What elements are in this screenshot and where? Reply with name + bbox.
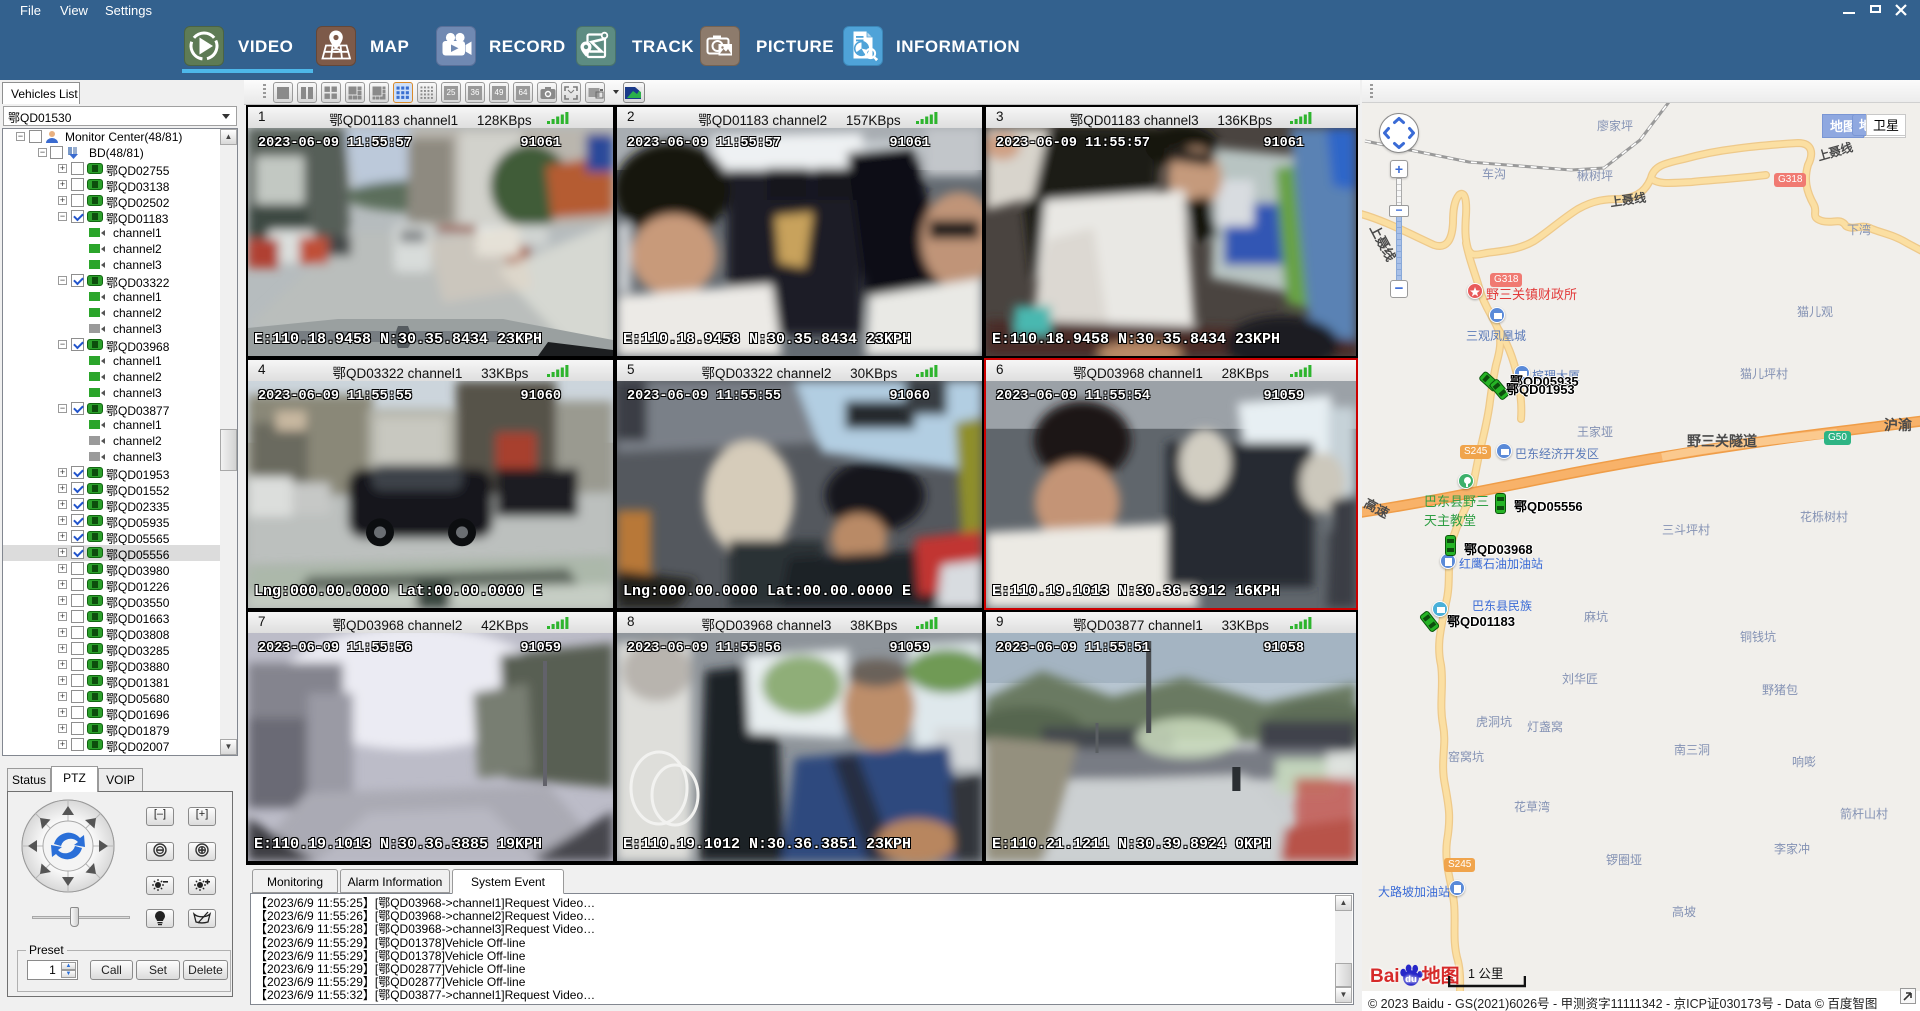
svg-text:du: du [1405, 974, 1417, 985]
